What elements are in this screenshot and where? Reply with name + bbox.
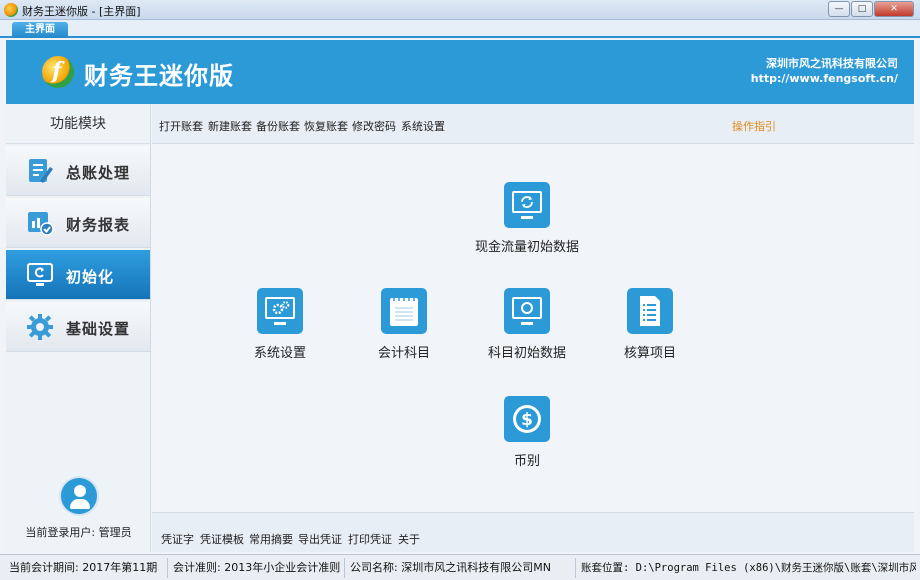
bottom-links: 凭证字 凭证模板 常用摘要 导出凭证 打印凭证 关于 — [152, 512, 914, 552]
company-website[interactable]: http://www.fengsoft.cn/ — [751, 71, 898, 86]
tile-label: 科目初始数据 — [487, 346, 566, 361]
sidebar-item-reports[interactable]: 财务报表 — [6, 198, 150, 248]
status-bar: 当前会计期间: 2017年第11期 会计准则: 2013年小企业会计准则 公司名… — [0, 554, 920, 580]
logo-icon — [42, 56, 74, 88]
document-list-icon — [627, 288, 673, 334]
tile-label: 核算项目 — [623, 346, 676, 361]
link-print-voucher[interactable]: 打印凭证 — [348, 531, 392, 547]
tile-accounting-subjects[interactable]: 会计科目 — [334, 288, 474, 361]
link-common-summary[interactable]: 常用摘要 — [249, 531, 293, 547]
company-name: 深圳市风之讯科技有限公司 — [766, 57, 898, 70]
current-user: 当前登录用户: 管理员 — [6, 472, 151, 552]
settings-monitor-icon — [257, 288, 303, 334]
app-name: 财务王迷你版 — [84, 62, 234, 90]
maximize-button[interactable]: □ — [851, 1, 873, 17]
report-check-icon — [28, 212, 54, 236]
toolbar-restore-account[interactable]: 恢复账套 — [304, 118, 348, 134]
toolbar-change-password[interactable]: 修改密码 — [352, 118, 396, 134]
sidebar-item-label: 初始化 — [66, 268, 115, 286]
gear-icon — [27, 314, 53, 340]
notebook-icon — [381, 288, 427, 334]
window-title: 财务王迷你版 - [主界面] — [22, 5, 141, 18]
toolbar-system-settings[interactable]: 系统设置 — [401, 118, 445, 134]
current-user-label: 当前登录用户: 管理员 — [25, 526, 132, 539]
tile-cashflow-initial-data[interactable]: 现金流量初始数据 — [457, 182, 597, 255]
dollar-coin-icon: $ — [504, 396, 550, 442]
link-voucher-type[interactable]: 凭证字 — [161, 531, 194, 547]
tab-main[interactable]: 主界面 — [12, 22, 68, 38]
sidebar-item-initialize[interactable]: 初始化 — [6, 250, 150, 300]
ledger-edit-icon — [29, 159, 53, 183]
tile-accounting-items[interactable]: 核算项目 — [580, 288, 720, 361]
close-button[interactable]: ✕ — [874, 1, 914, 17]
tile-label: 系统设置 — [253, 346, 306, 361]
operation-guide-link[interactable]: 操作指引 — [732, 118, 776, 134]
status-standard: 会计准则: 2013年小企业会计准则 — [167, 558, 341, 578]
sidebar-item-label: 总账处理 — [66, 164, 131, 182]
sidebar-heading: 功能模块 — [6, 104, 150, 144]
sidebar-item-label: 财务报表 — [66, 216, 131, 234]
header-banner: 财务王迷你版 深圳市风之讯科技有限公司 http://www.fengsoft.… — [6, 40, 914, 104]
status-location: 账套位置: D:\Program Files (x86)\财务王迷你版\账套\深… — [575, 558, 916, 578]
company-info: 深圳市风之讯科技有限公司 http://www.fengsoft.cn/ — [751, 56, 898, 86]
sidebar-item-ledger[interactable]: 总账处理 — [6, 146, 150, 196]
tile-label: 会计科目 — [377, 346, 430, 361]
link-export-voucher[interactable]: 导出凭证 — [298, 531, 342, 547]
toolbar-new-account[interactable]: 新建账套 — [208, 118, 252, 134]
sidebar: 功能模块 总账处理 财务报表 初始化 基础设置 当前登录用户: 管理员 — [6, 104, 151, 552]
status-company: 公司名称: 深圳市风之讯科技有限公司MN — [344, 558, 572, 578]
window-titlebar: 财务王迷你版 - [主界面] — □ ✕ — [0, 0, 920, 20]
tile-system-settings[interactable]: 系统设置 — [210, 288, 350, 361]
toolbar: 打开账套 新建账套 备份账套 恢复账套 修改密码 系统设置 操作指引 — [152, 104, 914, 144]
monitor-refresh-icon — [27, 263, 53, 286]
minimize-button[interactable]: — — [828, 1, 850, 17]
status-period: 当前会计期间: 2017年第11期 — [9, 561, 158, 574]
avatar — [59, 476, 99, 516]
main-panel: 打开账套 新建账套 备份账套 恢复账套 修改密码 系统设置 操作指引 现金流量初… — [152, 104, 914, 552]
cashflow-monitor-icon — [504, 182, 550, 228]
tile-label: 币别 — [513, 454, 540, 469]
window-controls: — □ ✕ — [827, 1, 914, 17]
tile-subject-initial-data[interactable]: 科目初始数据 — [457, 288, 597, 361]
app-icon — [4, 3, 18, 17]
link-voucher-template[interactable]: 凭证模板 — [200, 531, 244, 547]
sidebar-item-basic-settings[interactable]: 基础设置 — [6, 302, 150, 352]
tile-label: 现金流量初始数据 — [474, 240, 579, 255]
link-about[interactable]: 关于 — [398, 531, 420, 547]
monitor-circle-icon — [504, 288, 550, 334]
tile-currency[interactable]: $ 币别 — [457, 396, 597, 469]
sidebar-item-label: 基础设置 — [66, 320, 131, 338]
toolbar-backup-account[interactable]: 备份账套 — [256, 118, 300, 134]
tab-strip: 主界面 — [0, 20, 920, 38]
toolbar-open-account[interactable]: 打开账套 — [159, 118, 203, 134]
svg-text:$: $ — [521, 410, 533, 430]
